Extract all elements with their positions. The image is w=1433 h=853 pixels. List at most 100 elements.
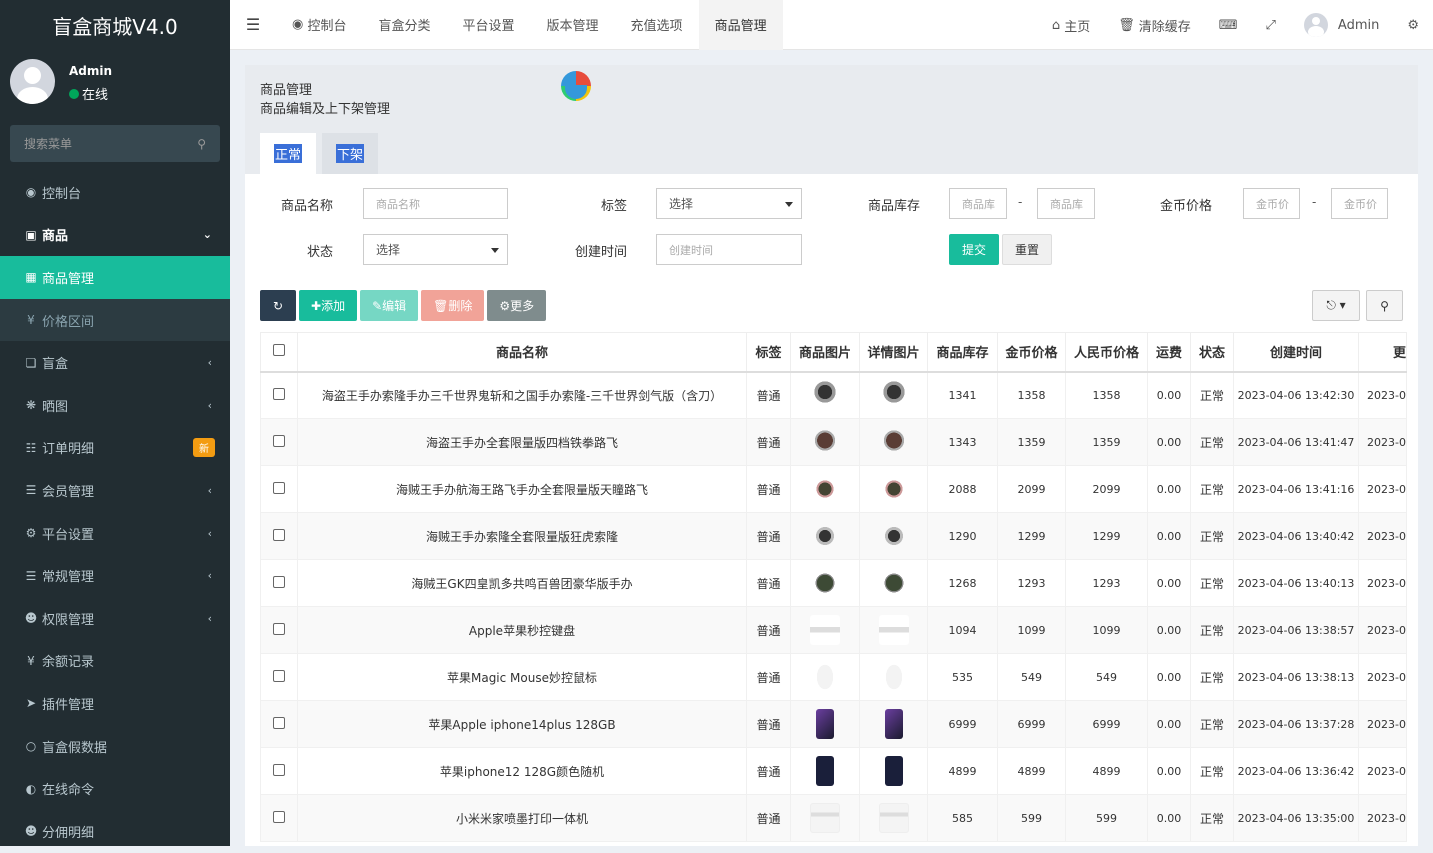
row-checkbox[interactable] bbox=[273, 387, 285, 400]
fullscreen-icon[interactable]: ⤢ bbox=[1252, 18, 1290, 33]
goods-thumbnail[interactable] bbox=[810, 662, 840, 692]
row-checkbox[interactable] bbox=[273, 434, 285, 447]
col-tag[interactable]: 标签 bbox=[746, 332, 791, 373]
goods-thumbnail[interactable] bbox=[810, 474, 840, 504]
home-link[interactable]: ⌂ 主页 bbox=[1038, 16, 1104, 35]
admin-menu[interactable]: Admin bbox=[1290, 13, 1393, 37]
tab-normal[interactable]: 正常 bbox=[260, 133, 317, 174]
search-icon[interactable]: ⚲ bbox=[197, 137, 206, 151]
filter-price-max-input[interactable]: 金币价 bbox=[1331, 188, 1388, 219]
sidebar-item-dashboard[interactable]: ◉ 控制台 bbox=[0, 171, 230, 214]
goods-thumbnail[interactable] bbox=[810, 427, 840, 457]
delete-button[interactable]: 🗑 删除 bbox=[421, 290, 485, 321]
more-button[interactable]: ⚙ 更多 bbox=[487, 290, 547, 321]
row-checkbox[interactable] bbox=[273, 810, 285, 823]
submit-button[interactable]: 提交 bbox=[949, 234, 999, 265]
goods-thumbnail[interactable] bbox=[810, 568, 840, 598]
table-row[interactable]: 海盗王手办全套限量版四档铁拳路飞 普通 1343 1359 1359 0.00 正常 2023… bbox=[260, 418, 1407, 466]
detail-thumbnail[interactable] bbox=[878, 615, 909, 645]
col-stock[interactable]: 商品库存 bbox=[927, 332, 998, 373]
filter-price-min-input[interactable]: 金币价 bbox=[1243, 188, 1300, 219]
goods-thumbnail[interactable] bbox=[810, 521, 840, 551]
detail-thumbnail[interactable] bbox=[878, 803, 909, 833]
sidebar-item-blindbox[interactable]: ❏ 盲盒 ‹ bbox=[0, 341, 230, 384]
tab-blindbox-category[interactable]: 盲盒分类 bbox=[363, 0, 447, 50]
sidebar-item-price-range[interactable]: ¥ 价格区间 bbox=[0, 298, 230, 342]
sidebar-item-platform[interactable]: ⚙ 平台设置 ‹ bbox=[0, 512, 230, 555]
row-checkbox[interactable] bbox=[273, 575, 285, 588]
filter-time-input[interactable]: 创建时间 bbox=[656, 234, 802, 265]
sidebar-item-plugins[interactable]: ➤ 插件管理 bbox=[0, 682, 230, 725]
table-row[interactable]: 苹果Apple iphone14plus 128GB 普通 6999 6999 6999… bbox=[260, 700, 1407, 748]
sidebar-item-permissions[interactable]: ☻ 权限管理 ‹ bbox=[0, 597, 230, 640]
detail-thumbnail[interactable] bbox=[878, 427, 909, 457]
table-row[interactable]: 海盗王手办索隆手办三千世界鬼斩和之国手办索隆-三千世界剑气版（含刀） 普通 1341… bbox=[260, 371, 1407, 419]
detail-thumbnail[interactable] bbox=[884, 709, 903, 739]
tab-version[interactable]: 版本管理 bbox=[531, 0, 615, 50]
row-checkbox[interactable] bbox=[273, 481, 285, 494]
app-logo[interactable]: 盲盒商城V4.0 bbox=[0, 0, 230, 50]
filter-stock-max-input[interactable]: 商品库 bbox=[1037, 188, 1095, 219]
tab-dashboard[interactable]: ◉ 控制台 bbox=[276, 0, 363, 50]
edit-button[interactable]: ✎ 编辑 bbox=[360, 290, 419, 321]
detail-thumbnail[interactable] bbox=[878, 521, 909, 551]
refresh-button[interactable]: ↻ bbox=[260, 290, 296, 321]
goods-thumbnail[interactable] bbox=[810, 615, 840, 645]
select-all-checkbox[interactable] bbox=[273, 343, 285, 356]
sidebar-item-balance[interactable]: ¥ 余额记录 bbox=[0, 640, 230, 683]
table-row[interactable]: 海贼王手办索隆全套限量版狂虎索隆 普通 1290 1299 1299 0.00 正常 2023… bbox=[260, 512, 1407, 560]
table-row[interactable]: 苹果Magic Mouse妙控鼠标 普通 535 549 549 0.00 正常 2023-0… bbox=[260, 653, 1407, 701]
row-checkbox[interactable] bbox=[273, 763, 285, 776]
sidebar-item-photos[interactable]: ❋ 晒图 ‹ bbox=[0, 384, 230, 427]
goods-thumbnail[interactable] bbox=[810, 803, 840, 833]
col-name[interactable]: 商品名称 bbox=[297, 332, 747, 373]
detail-thumbnail[interactable] bbox=[878, 474, 909, 504]
goods-thumbnail[interactable] bbox=[816, 756, 834, 786]
settings-gear-icon[interactable]: ⚙ bbox=[1393, 18, 1433, 33]
add-button[interactable]: ✚ 添加 bbox=[299, 290, 358, 321]
tab-offshelf[interactable]: 下架 bbox=[322, 133, 379, 174]
export-dropdown-button[interactable]: ⎋ ▾ bbox=[1312, 290, 1360, 321]
filter-stock-min-input[interactable]: 商品库 bbox=[949, 188, 1007, 219]
sidebar-item-members[interactable]: ☰ 会员管理 ‹ bbox=[0, 469, 230, 512]
sidebar-item-goods[interactable]: ▣ 商品 ⌄ bbox=[0, 214, 230, 257]
col-updated[interactable]: 更 bbox=[1358, 332, 1407, 373]
col-rmb-price[interactable]: 人民币价格 bbox=[1065, 332, 1148, 373]
sidebar-item-orders[interactable]: ☷ 订单明细新 bbox=[0, 427, 230, 470]
menu-search-input[interactable]: 搜索菜单 ⚲ bbox=[10, 125, 220, 162]
menu-toggle-icon[interactable]: ☰ bbox=[230, 15, 276, 34]
filter-status-select[interactable]: 选择 bbox=[363, 234, 508, 265]
row-checkbox[interactable] bbox=[273, 528, 285, 541]
reset-button[interactable]: 重置 bbox=[1002, 234, 1052, 265]
table-row[interactable]: Apple苹果秒控键盘 普通 1094 1099 1099 0.00 正常 2023-04-0… bbox=[260, 606, 1407, 654]
filter-name-input[interactable]: 商品名称 bbox=[363, 188, 508, 219]
table-row[interactable]: 小米米家喷墨打印一体机 普通 585 599 599 0.00 正常 2023-04-06 1… bbox=[260, 794, 1407, 842]
detail-thumbnail[interactable] bbox=[878, 662, 909, 692]
detail-thumbnail[interactable] bbox=[878, 568, 909, 598]
filter-tag-select[interactable]: 选择 bbox=[656, 188, 802, 219]
row-checkbox[interactable] bbox=[273, 622, 285, 635]
col-image[interactable]: 商品图片 bbox=[790, 332, 860, 373]
row-checkbox[interactable] bbox=[273, 669, 285, 682]
detail-thumbnail[interactable] bbox=[878, 380, 909, 411]
col-detail-image[interactable]: 详情图片 bbox=[859, 332, 928, 373]
col-created[interactable]: 创建时间 bbox=[1233, 332, 1359, 373]
table-row[interactable]: 苹果iphone12 128G颜色随机 普通 4899 4899 4899 0.00 正常 2… bbox=[260, 747, 1407, 795]
sidebar-item-commission[interactable]: ☻ 分佣明细 bbox=[0, 810, 230, 853]
sidebar-item-general[interactable]: ☰ 常规管理 ‹ bbox=[0, 554, 230, 597]
tab-goods-manage[interactable]: 商品管理 bbox=[698, 0, 783, 50]
goods-thumbnail[interactable] bbox=[810, 380, 840, 411]
goods-thumbnail[interactable] bbox=[816, 709, 834, 739]
sidebar-item-fake-data[interactable]: ○ 盲盒假数据 bbox=[0, 725, 230, 768]
tab-platform-settings[interactable]: 平台设置 bbox=[447, 0, 531, 50]
tab-recharge[interactable]: 充值选项 bbox=[615, 0, 699, 50]
clear-cache-button[interactable]: 🗑 清除缓存 bbox=[1104, 16, 1205, 35]
row-checkbox[interactable] bbox=[273, 716, 285, 729]
table-row[interactable]: 海贼王GK四皇凯多共鸣百兽团豪华版手办 普通 1268 1293 1293 0.00 正常 2… bbox=[260, 559, 1407, 607]
translate-icon[interactable]: ⌨ bbox=[1205, 18, 1252, 33]
table-row[interactable]: 海贼王手办航海王路飞手办全套限量版天瞳路飞 普通 2088 2099 2099 0.00 正… bbox=[260, 465, 1407, 513]
col-coin-price[interactable]: 金币价格 bbox=[997, 332, 1066, 373]
col-status[interactable]: 状态 bbox=[1190, 332, 1234, 373]
col-shipping[interactable]: 运费 bbox=[1147, 332, 1191, 373]
sidebar-item-command[interactable]: ◐ 在线命令 bbox=[0, 767, 230, 810]
